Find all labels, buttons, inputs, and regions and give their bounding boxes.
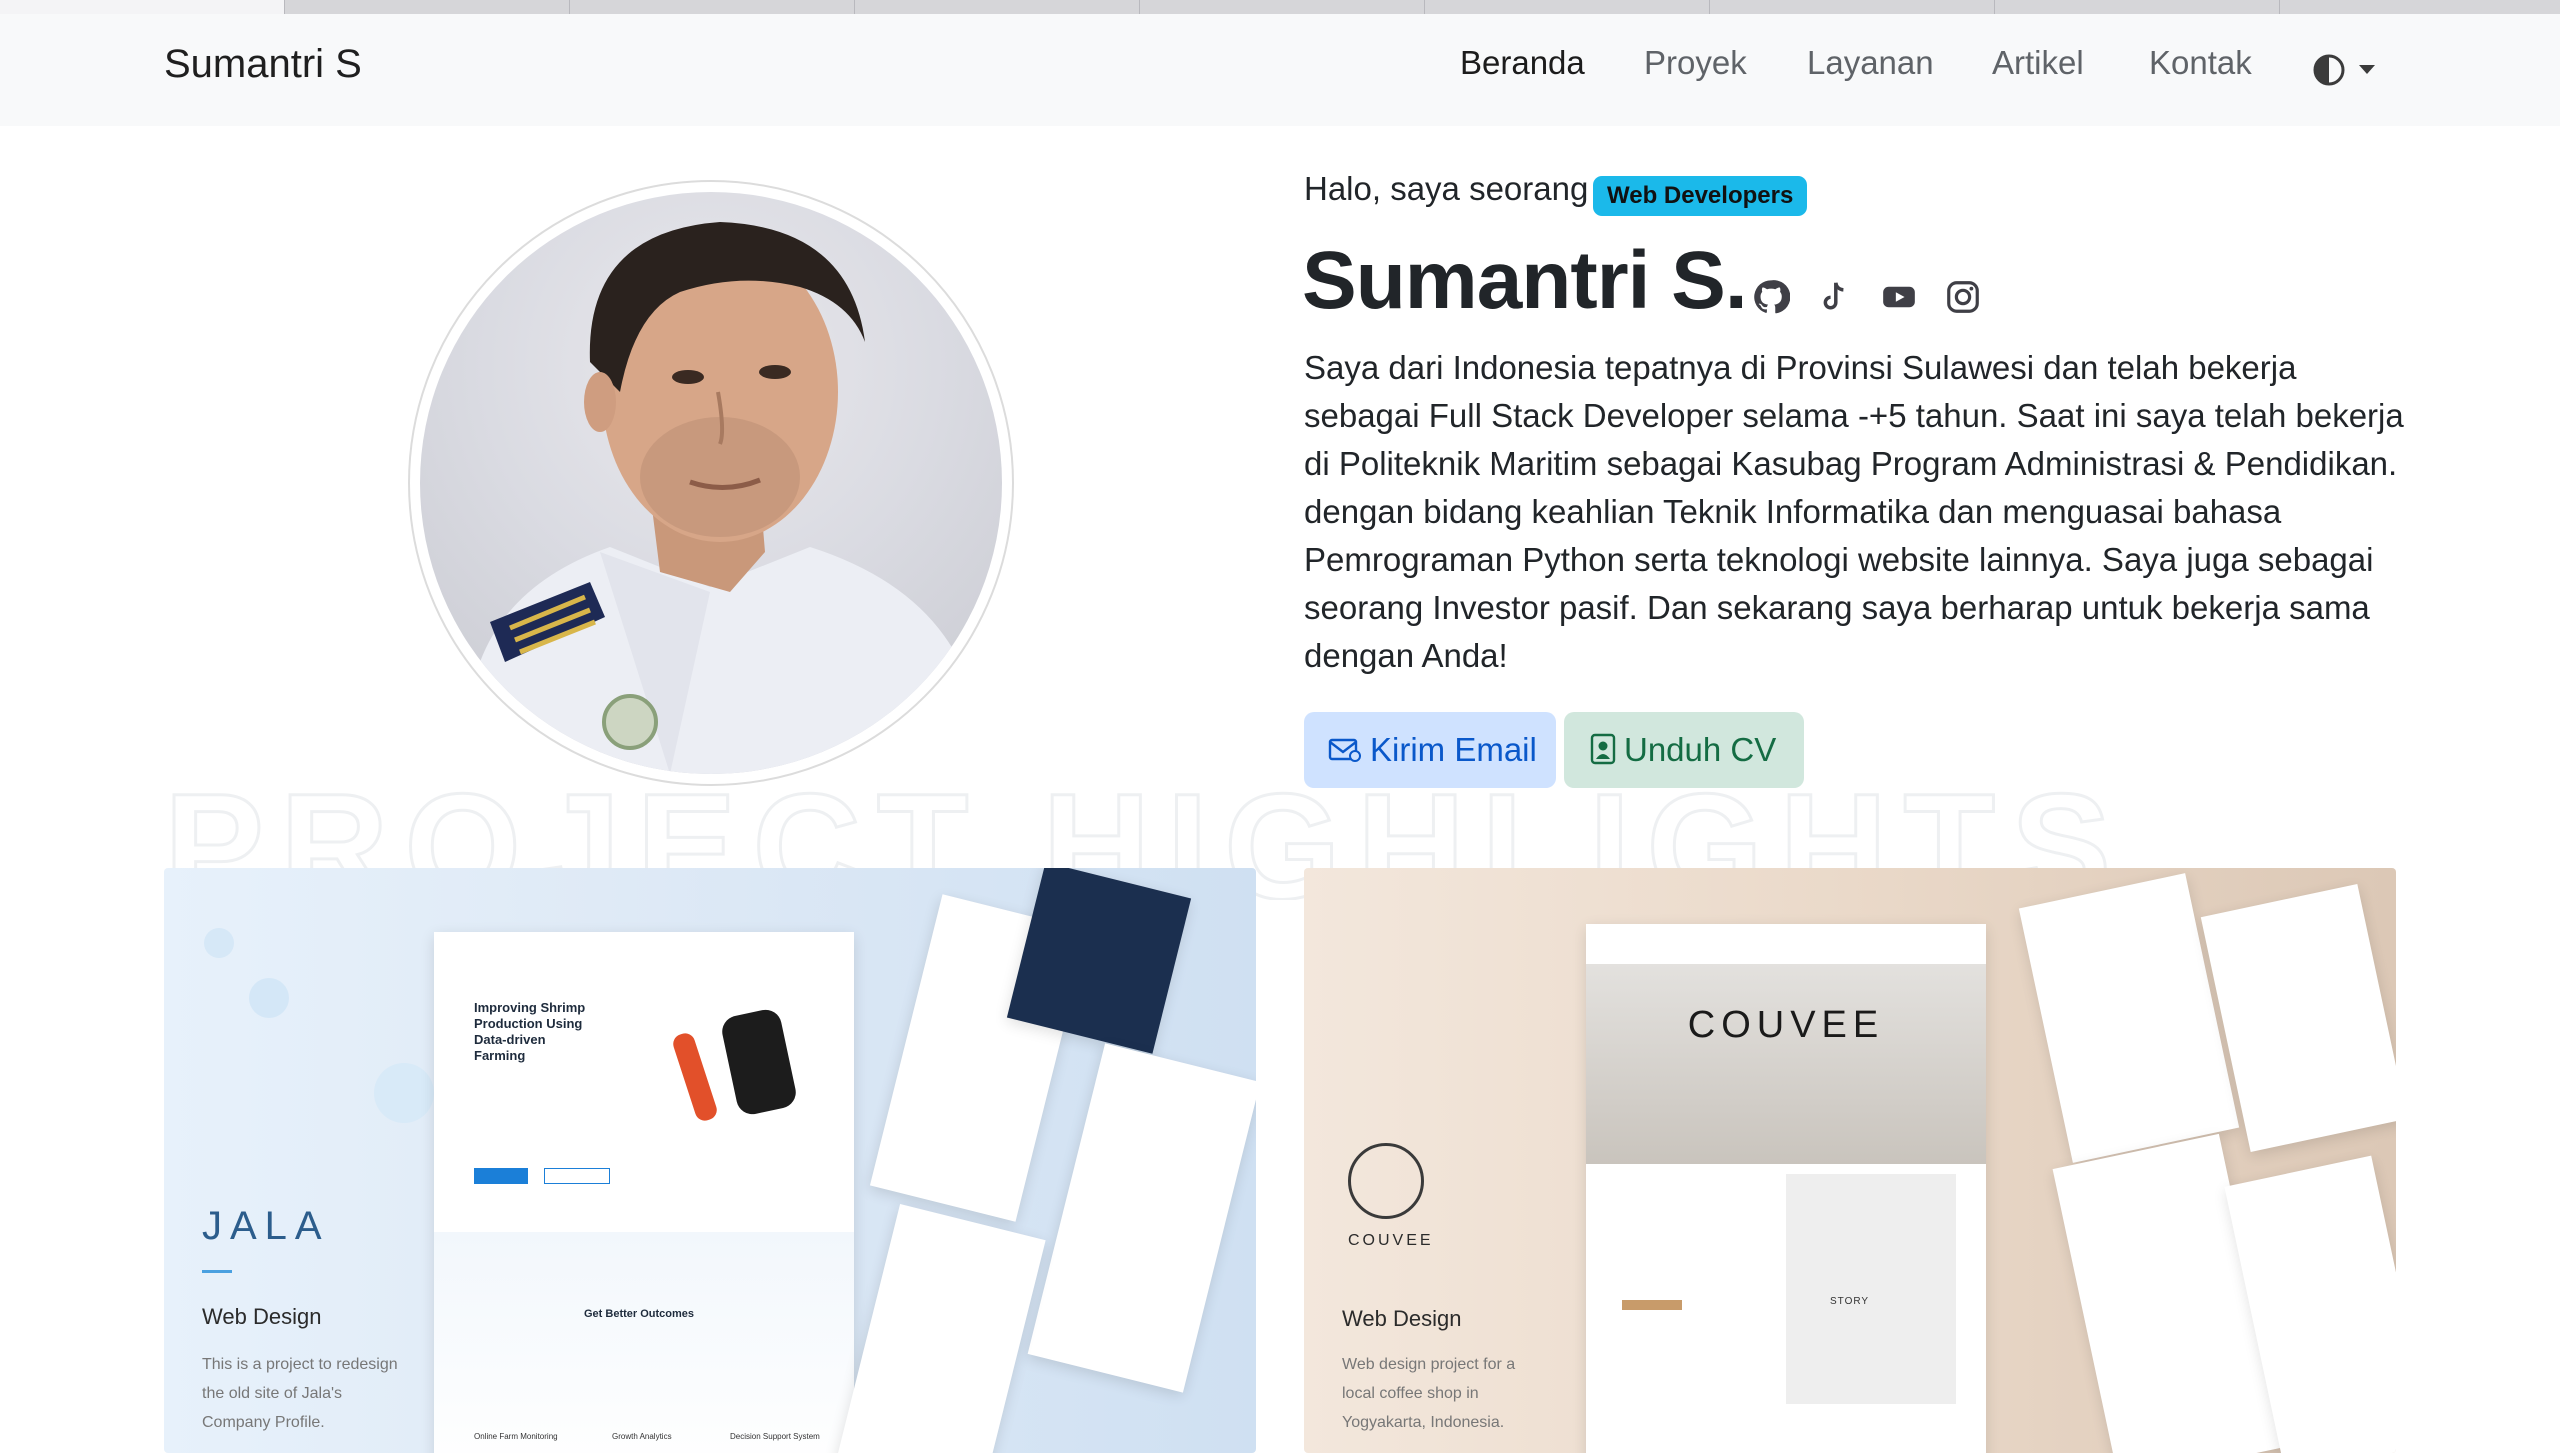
caret-down-icon [2359, 65, 2375, 74]
browser-tab[interactable] [2279, 0, 2560, 14]
project-category: Web Design [1342, 1306, 1462, 1331]
profile-photo [420, 192, 1002, 774]
navbar: Sumantri S Beranda Proyek Layanan Artike… [0, 14, 2560, 126]
project-logo: COUVEE [1348, 1232, 1434, 1249]
instagram-icon[interactable] [1944, 278, 1982, 316]
nav-link-artikel[interactable]: Artikel [1992, 44, 2084, 82]
logo-underline [202, 1270, 232, 1273]
role-badge: Web Developers [1593, 176, 1808, 216]
browser-tab[interactable] [1424, 0, 1710, 14]
mockup-feature: Decision Support System [730, 1432, 820, 1441]
nav-link-beranda[interactable]: Beranda [1460, 44, 1585, 82]
download-cv-button[interactable]: Unduh CV [1564, 712, 1804, 788]
mockup-headline: Improving Shrimp Production Using Data-d… [474, 1000, 586, 1063]
tiktok-icon[interactable] [1816, 278, 1854, 316]
browser-tab-strip [0, 0, 2560, 15]
profile-name: Sumantri S. [1302, 235, 1748, 326]
nav-link-layanan[interactable]: Layanan [1807, 44, 1934, 82]
browser-tab[interactable] [569, 0, 855, 14]
bio-paragraph: Saya dari Indonesia tepatnya di Provinsi… [1304, 349, 2404, 674]
project-mockup-side [832, 1204, 1046, 1453]
navbar-brand[interactable]: Sumantri S [164, 42, 362, 87]
profile-photo-frame [408, 180, 1014, 786]
mockup-feature: Online Farm Monitoring [474, 1432, 558, 1441]
project-mockup-main: Improving Shrimp Production Using Data-d… [434, 932, 854, 1453]
project-card-couvee[interactable]: COUVEE Web Design Web design project for… [1304, 868, 2396, 1453]
project-mockup-side [1027, 1043, 1256, 1393]
project-category: Web Design [202, 1304, 322, 1329]
nav-link-proyek[interactable]: Proyek [1644, 44, 1747, 82]
browser-tab[interactable] [854, 0, 1140, 14]
send-email-label: Kirim Email [1370, 731, 1537, 768]
browser-tab[interactable] [1709, 0, 1995, 14]
mockup-section-title: STORY [1830, 1296, 1870, 1307]
browser-tab[interactable] [0, 0, 285, 14]
mockup-section-title: Get Better Outcomes [584, 1308, 695, 1320]
project-card-jala[interactable]: JALA Web Design This is a project to red… [164, 868, 1256, 1453]
envelope-icon [1328, 739, 1361, 763]
browser-tab[interactable] [1139, 0, 1425, 14]
project-logo: JALA [202, 1204, 330, 1248]
github-icon[interactable] [1752, 278, 1791, 316]
download-cv-label: Unduh CV [1624, 731, 1777, 768]
send-email-button[interactable]: Kirim Email [1304, 712, 1556, 788]
greeting-text: Halo, saya seorang [1304, 170, 1589, 207]
project-mockup-main: COUVEE STORY [1586, 924, 1986, 1453]
theme-toggle-dropdown[interactable] [2312, 50, 2382, 90]
browser-tab[interactable] [1994, 0, 2280, 14]
nav-link-kontak[interactable]: Kontak [2149, 44, 2252, 82]
mockup-feature: Growth Analytics [612, 1432, 672, 1441]
mockup-headline: COUVEE [1687, 1004, 1885, 1046]
project-description: Web design project for a local coffee sh… [1342, 1356, 1516, 1431]
person-badge-icon [1590, 734, 1616, 765]
youtube-icon[interactable] [1880, 278, 1918, 316]
project-description: This is a project to redesign the old si… [202, 1356, 398, 1431]
browser-tab[interactable] [284, 0, 570, 14]
